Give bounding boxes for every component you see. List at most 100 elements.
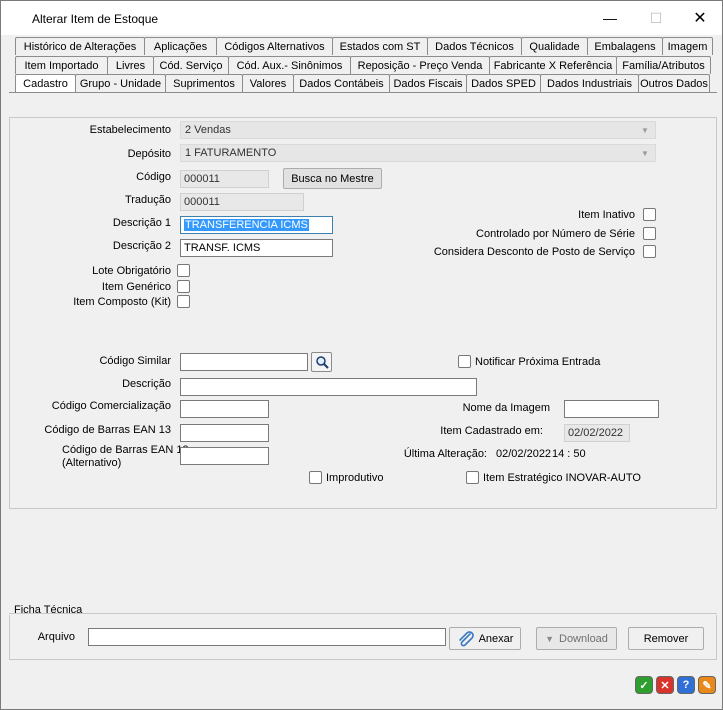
deposito-label: Depósito — [127, 148, 171, 160]
minimize-button[interactable]: — — [587, 5, 633, 31]
tab-embalagens[interactable]: Embalagens — [587, 37, 663, 55]
codigo-comercializacao-field[interactable] — [180, 400, 269, 418]
tab-cod-servico[interactable]: Cód. Serviço — [153, 56, 229, 74]
tab-dados-sped[interactable]: Dados SPED — [466, 74, 541, 92]
tools-icon[interactable]: ✎ — [698, 676, 716, 694]
deposito-select[interactable]: 1 FATURAMENTO ▼ — [180, 144, 656, 162]
item-generico-label: Item Genérico — [101, 281, 171, 293]
tab-aplicacoes[interactable]: Aplicações — [144, 37, 217, 55]
nome-imagem-label: Nome da Imagem — [462, 402, 550, 414]
ficha-divider — [9, 613, 717, 614]
search-icon — [315, 356, 329, 369]
maximize-button[interactable]: ☐ — [633, 5, 679, 31]
tab-valores[interactable]: Valores — [242, 74, 294, 92]
chevron-down-icon: ▼ — [641, 148, 649, 158]
item-generico-checkbox[interactable] — [177, 280, 190, 293]
tab-dados-contabeis[interactable]: Dados Contábeis — [293, 74, 390, 92]
controlado-serie-checkbox[interactable] — [643, 227, 656, 240]
remover-button[interactable]: Remover — [628, 627, 704, 650]
codigo-similar-label: Código Similar — [99, 355, 171, 367]
title-bar: Alterar Item de Estoque — ☐ ✕ — [1, 1, 722, 35]
estabelecimento-select[interactable]: 2 Vendas ▼ — [180, 121, 656, 139]
tab-historico-alteracoes[interactable]: Histórico de Alterações — [15, 37, 145, 55]
tab-item-importado[interactable]: Item Importado — [15, 56, 108, 74]
ean13-field[interactable] — [180, 424, 269, 442]
search-button[interactable] — [311, 352, 332, 372]
lote-obrigatorio-checkbox[interactable] — [177, 264, 190, 277]
desconto-posto-label: Considera Desconto de Posto de Serviço — [433, 246, 635, 258]
notificar-label: Notificar Próxima Entrada — [475, 356, 601, 368]
anexar-button[interactable]: Anexar — [449, 627, 521, 650]
descricao2-label: Descrição 2 — [112, 240, 171, 252]
tab-dados-fiscais[interactable]: Dados Fiscais — [389, 74, 467, 92]
tab-cod-aux-sinonimos[interactable]: Cód. Aux.- Sinônimos — [228, 56, 351, 74]
estrategico-checkbox[interactable] — [466, 471, 479, 484]
tab-divider — [9, 92, 717, 93]
item-composto-label: Item Composto (Kit) — [73, 296, 171, 308]
tab-dados-tecnicos[interactable]: Dados Técnicos — [427, 37, 522, 55]
ultima-alteracao-label: Última Alteração: — [403, 448, 487, 460]
ean13-alt-field[interactable] — [180, 447, 269, 465]
arquivo-label: Arquivo — [37, 631, 75, 643]
ultima-alteracao-time: 14 : 50 — [552, 448, 586, 460]
descricao1-label: Descrição 1 — [112, 217, 171, 229]
anexar-label: Anexar — [478, 632, 514, 645]
ultima-alteracao-date: 02/02/2022 — [496, 448, 552, 460]
descricao1-value: TRANSFERENCIA ICMS — [184, 219, 309, 231]
notificar-checkbox[interactable] — [458, 355, 471, 368]
arquivo-field[interactable] — [88, 628, 446, 646]
confirm-icon[interactable]: ✓ — [635, 676, 653, 694]
traducao-label: Tradução — [124, 194, 171, 206]
improdutivo-checkbox[interactable] — [309, 471, 322, 484]
descricao1-field[interactable]: TRANSFERENCIA ICMS — [180, 216, 333, 234]
item-cadastrado-field: 02/02/2022 — [564, 424, 630, 442]
ean13-label: Código de Barras EAN 13 — [44, 424, 171, 436]
estabelecimento-label: Estabelecimento — [89, 124, 171, 136]
tab-familia-atributos[interactable]: Família/Atributos — [616, 56, 711, 74]
window: Alterar Item de Estoque — ☐ ✕ Histórico … — [0, 0, 723, 710]
deposito-value: 1 FATURAMENTO — [185, 147, 277, 159]
ean13-alt-label-line2: (Alternativo) — [62, 457, 122, 469]
help-icon[interactable]: ? — [677, 676, 695, 694]
traducao-field[interactable]: 000011 — [180, 193, 304, 211]
codigo-field[interactable]: 000011 — [180, 170, 269, 188]
tab-row-3: Cadastro Grupo - Unidade Suprimentos Val… — [15, 74, 710, 92]
busca-mestre-button[interactable]: Busca no Mestre — [283, 168, 382, 189]
desconto-posto-checkbox[interactable] — [643, 245, 656, 258]
item-inativo-checkbox[interactable] — [643, 208, 656, 221]
tab-imagem[interactable]: Imagem — [662, 37, 713, 55]
tab-outros-dados[interactable]: Outros Dados — [638, 74, 710, 92]
tab-suprimentos[interactable]: Suprimentos — [165, 74, 243, 92]
codigo-label: Código — [136, 171, 171, 183]
descricao-field[interactable] — [180, 378, 477, 396]
nome-imagem-field[interactable] — [564, 400, 659, 418]
tab-dados-industriais[interactable]: Dados Industriais — [540, 74, 639, 92]
tab-codigos-alternativos[interactable]: Códigos Alternativos — [216, 37, 333, 55]
tab-cadastro[interactable]: Cadastro — [15, 74, 76, 92]
tab-row-1: Histórico de Alterações Aplicações Códig… — [15, 37, 713, 55]
paperclip-icon — [458, 630, 474, 646]
codigo-similar-field[interactable] — [180, 353, 308, 371]
download-arrow-icon: ▼ — [545, 633, 554, 644]
tab-row-2: Item Importado Livres Cód. Serviço Cód. … — [15, 56, 711, 74]
estrategico-label: Item Estratégico INOVAR-AUTO — [483, 472, 641, 484]
controlado-serie-label: Controlado por Número de Série — [476, 228, 635, 240]
download-button[interactable]: ▼ Download — [536, 627, 617, 650]
tab-estados-st[interactable]: Estados com ST — [332, 37, 428, 55]
tab-fabricante-referencia[interactable]: Fabricante X Referência — [489, 56, 617, 74]
tab-grupo-unidade[interactable]: Grupo - Unidade — [75, 74, 166, 92]
tab-reposicao-preco-venda[interactable]: Reposição - Preço Venda — [350, 56, 490, 74]
tab-qualidade[interactable]: Qualidade — [521, 37, 588, 55]
close-button[interactable]: ✕ — [677, 5, 723, 31]
improdutivo-label: Improdutivo — [326, 472, 384, 484]
item-composto-checkbox[interactable] — [177, 295, 190, 308]
window-title: Alterar Item de Estoque — [32, 12, 159, 26]
ean13-alt-label-line1: Código de Barras EAN 13 — [62, 444, 189, 456]
lote-obrigatorio-label: Lote Obrigatório — [92, 265, 171, 277]
tab-livres[interactable]: Livres — [107, 56, 154, 74]
chevron-down-icon: ▼ — [641, 125, 649, 135]
estabelecimento-value: 2 Vendas — [185, 124, 231, 136]
download-label: Download — [559, 632, 608, 645]
cancel-icon[interactable]: ✕ — [656, 676, 674, 694]
descricao2-field[interactable]: TRANSF. ICMS — [180, 239, 333, 257]
